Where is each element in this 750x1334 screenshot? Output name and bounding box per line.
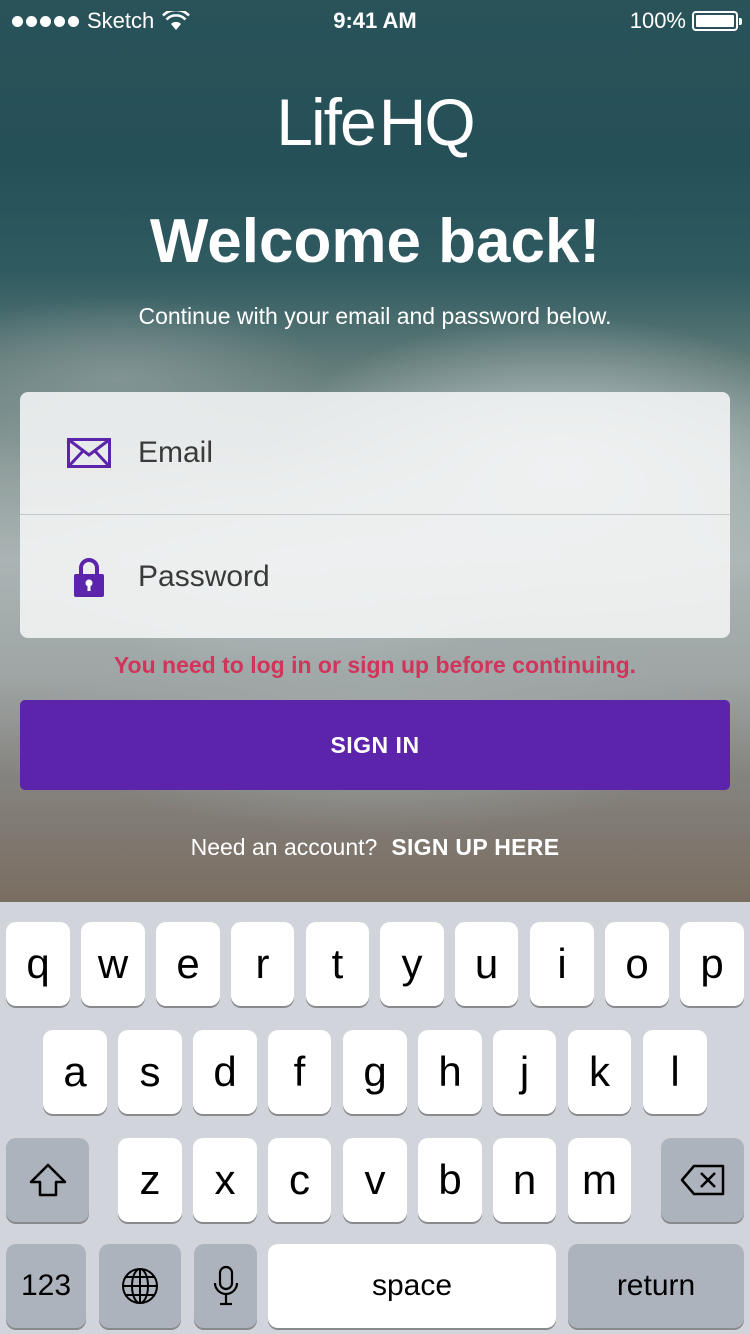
- email-field[interactable]: [138, 428, 698, 478]
- keyboard: q w e r t y u i o p a s d f g h j k l z …: [0, 902, 750, 1334]
- backspace-key[interactable]: [661, 1138, 744, 1222]
- key-q[interactable]: q: [6, 922, 70, 1006]
- globe-key[interactable]: [99, 1244, 181, 1328]
- envelope-icon: [66, 438, 112, 468]
- backspace-icon: [680, 1164, 724, 1196]
- key-y[interactable]: y: [380, 922, 444, 1006]
- space-key[interactable]: space: [268, 1244, 556, 1328]
- signup-prompt: Need an account?: [190, 834, 378, 860]
- shift-icon: [29, 1163, 66, 1197]
- key-b[interactable]: b: [418, 1138, 482, 1222]
- key-z[interactable]: z: [118, 1138, 182, 1222]
- error-message: You need to log in or sign up before con…: [113, 652, 637, 678]
- key-r[interactable]: r: [231, 922, 294, 1006]
- logo-life: Life: [276, 85, 376, 159]
- key-p[interactable]: p: [680, 922, 744, 1006]
- numbers-key[interactable]: 123: [6, 1244, 86, 1328]
- return-key[interactable]: return: [568, 1244, 744, 1328]
- sign-up-link[interactable]: SIGN UP HERE: [391, 834, 559, 860]
- signup-row: Need an account? SIGN UP HERE: [0, 834, 750, 861]
- status-bar: Sketch 9:41 AM 100%: [0, 0, 750, 40]
- key-g[interactable]: g: [343, 1030, 407, 1114]
- key-x[interactable]: x: [193, 1138, 257, 1222]
- key-v[interactable]: v: [343, 1138, 407, 1222]
- lock-icon: [66, 557, 112, 597]
- key-h[interactable]: h: [418, 1030, 482, 1114]
- dictation-key[interactable]: [194, 1244, 257, 1328]
- password-field[interactable]: [138, 551, 698, 602]
- key-u[interactable]: u: [455, 922, 518, 1006]
- key-d[interactable]: d: [193, 1030, 257, 1114]
- logo-hq: HQ: [378, 85, 476, 159]
- battery-percent: 100%: [629, 8, 686, 33]
- key-n[interactable]: n: [493, 1138, 556, 1222]
- key-j[interactable]: j: [493, 1030, 556, 1114]
- key-c[interactable]: c: [268, 1138, 331, 1222]
- page-subtitle: Continue with your email and password be…: [138, 303, 612, 329]
- microphone-icon: [213, 1265, 238, 1306]
- key-i[interactable]: i: [530, 922, 594, 1006]
- key-o[interactable]: o: [605, 922, 669, 1006]
- battery-icon: [692, 11, 742, 31]
- globe-icon: [122, 1268, 158, 1304]
- status-right: 100%: [629, 8, 742, 34]
- battery-fill: [696, 15, 734, 27]
- key-k[interactable]: k: [568, 1030, 631, 1114]
- key-w[interactable]: w: [81, 922, 145, 1006]
- key-s[interactable]: s: [118, 1030, 182, 1114]
- key-t[interactable]: t: [306, 922, 369, 1006]
- login-form: [20, 392, 730, 638]
- app-logo: LifeHQ: [0, 84, 750, 160]
- password-row: [20, 515, 730, 638]
- key-e[interactable]: e: [156, 922, 220, 1006]
- key-f[interactable]: f: [268, 1030, 331, 1114]
- key-a[interactable]: a: [43, 1030, 107, 1114]
- page-title: Welcome back!: [149, 207, 601, 276]
- key-l[interactable]: l: [643, 1030, 707, 1114]
- sign-in-button[interactable]: SIGN IN: [20, 700, 730, 790]
- shift-key[interactable]: [6, 1138, 89, 1222]
- email-row: [20, 392, 730, 515]
- key-m[interactable]: m: [568, 1138, 631, 1222]
